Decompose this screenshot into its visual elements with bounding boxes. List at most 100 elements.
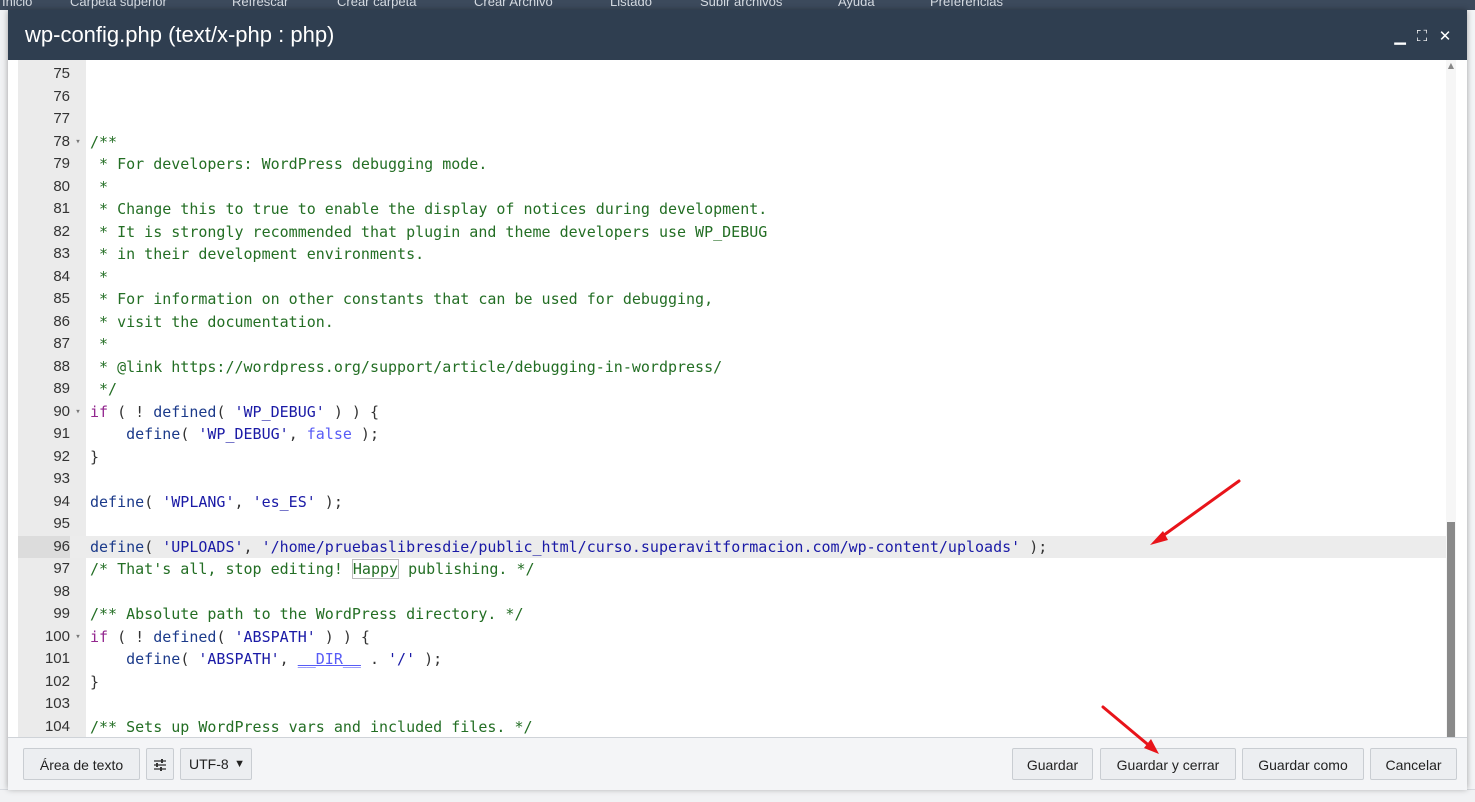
save-and-close-button[interactable]: Guardar y cerrar (1100, 748, 1236, 780)
code-line[interactable]: 100 ▾ if ( ! defined( 'ABSPATH' ) ) { (18, 626, 1446, 649)
line-number: 103 (44, 695, 70, 712)
code-line[interactable]: 88 * @link https://wordpress.org/support… (18, 356, 1446, 379)
code-token: ( (216, 627, 235, 646)
code-line[interactable]: 77 (18, 108, 1446, 131)
dialog-titlebar[interactable]: wp-config.php (text/x-php : php) ▁ ⛶ ✕ (8, 10, 1467, 60)
bg-toolbar-item[interactable]: Crear carpeta (337, 0, 416, 9)
code-line[interactable]: 76 (18, 86, 1446, 109)
code-line[interactable]: 94 define( 'WPLANG', 'es_ES' ); (18, 491, 1446, 514)
maximize-icon[interactable]: ⛶ (1412, 26, 1432, 46)
code-line[interactable]: 82 * It is strongly recommended that plu… (18, 221, 1446, 244)
code-line[interactable]: 79 * For developers: WordPress debugging… (18, 153, 1446, 176)
text-area-button[interactable]: Área de texto (23, 748, 140, 780)
code-line[interactable]: 93 (18, 468, 1446, 491)
line-number: 101 (44, 650, 70, 667)
fold-toggle-icon[interactable]: ▾ (72, 401, 84, 424)
line-number: 97 (53, 560, 70, 577)
code-line[interactable]: 80 * (18, 176, 1446, 199)
code-token: ); (415, 650, 443, 668)
code-line-active[interactable]: 96 define( 'UPLOADS', '/home/pruebaslibr… (18, 535, 1446, 559)
bg-toolbar-item[interactable]: Subir archivos (700, 0, 782, 9)
code-line[interactable]: 91 define( 'WP_DEBUG', false ); (18, 423, 1446, 446)
encoding-select[interactable]: UTF-8 ▼ (180, 748, 252, 780)
fold-toggle-icon[interactable]: ▾ (72, 626, 84, 649)
code-line[interactable]: 85 * For information on other constants … (18, 288, 1446, 311)
fold-toggle-icon[interactable]: ▾ (72, 131, 84, 154)
string-token: '/' (388, 650, 416, 668)
code-line[interactable]: 75 (18, 63, 1446, 86)
fold-toggle-icon (72, 108, 84, 131)
code-line[interactable]: 101 define( 'ABSPATH', __DIR__ . '/' ); (18, 648, 1446, 671)
encoding-value: UTF-8 (189, 756, 229, 772)
code-line[interactable]: 97 /* That's all, stop editing! Happy pu… (18, 558, 1446, 581)
dialog-title: wp-config.php (text/x-php : php) (25, 22, 335, 47)
fold-toggle-icon (72, 513, 84, 536)
code-line[interactable]: 78 ▾ /** (18, 131, 1446, 154)
save-button[interactable]: Guardar (1012, 748, 1093, 780)
bg-toolbar-item[interactable]: Carpeta superior (70, 0, 167, 9)
line-number: 86 (53, 312, 70, 330)
code-line[interactable]: 90 ▾ if ( ! defined( 'WP_DEBUG' ) ) { (18, 401, 1446, 424)
code-text: * For developers: WordPress debugging mo… (90, 155, 488, 173)
scrollbar-thumb[interactable] (1447, 522, 1455, 737)
code-editor[interactable]: 75 76 77 78 ▾ /** 79 * For developers: W… (18, 60, 1446, 737)
function-token: define (90, 492, 145, 511)
code-line[interactable]: 102 } (18, 671, 1446, 694)
code-line[interactable]: 103 (18, 693, 1446, 716)
line-number: 80 (53, 177, 70, 195)
fold-toggle-icon (72, 356, 84, 379)
code-text: * (90, 335, 109, 353)
code-line[interactable]: 95 (18, 513, 1446, 536)
bg-toolbar-item[interactable]: Refrescar (232, 0, 288, 9)
constant-token: __DIR__ (297, 650, 361, 668)
code-text: * visit the documentation. (90, 312, 334, 331)
code-text: * (90, 177, 109, 196)
string-token: 'UPLOADS' (162, 537, 244, 556)
code-line[interactable]: 81 * Change this to true to enable the d… (18, 198, 1446, 221)
bg-toolbar-item[interactable]: Preferencias (930, 0, 1003, 9)
code-lines: 75 76 77 78 ▾ /** 79 * For developers: W… (18, 63, 1446, 737)
cancel-button[interactable]: Cancelar (1370, 748, 1457, 780)
line-number: 96 (18, 535, 70, 558)
code-line[interactable]: 99 /** Absolute path to the WordPress di… (18, 603, 1446, 626)
bg-toolbar-item[interactable]: Ayuda (838, 0, 875, 9)
line-number: 79 (53, 155, 70, 172)
scroll-up-icon[interactable]: ▲ (1446, 60, 1456, 72)
comment-token: /* That's all, stop editing! (90, 560, 352, 578)
word-highlight: Happy (351, 559, 400, 579)
code-line[interactable]: 92 } (18, 446, 1446, 469)
code-text: define( 'UPLOADS', '/home/pruebaslibresd… (90, 536, 1047, 559)
line-number: 92 (53, 447, 70, 465)
line-number: 102 (44, 672, 70, 690)
fold-toggle-icon (72, 446, 84, 469)
string-token: 'WP_DEBUG' (234, 402, 325, 421)
code-line[interactable]: 87 * (18, 333, 1446, 356)
code-line[interactable]: 98 (18, 581, 1446, 604)
bg-toolbar-item[interactable]: Listado (610, 0, 652, 9)
string-token: 'ABSPATH' (198, 650, 280, 668)
code-text: /* That's all, stop editing! Happy publi… (90, 558, 535, 581)
fold-toggle-icon (72, 536, 84, 559)
save-as-button[interactable]: Guardar como (1242, 748, 1364, 780)
code-line[interactable]: 83 * in their development environments. (18, 243, 1446, 266)
code-line[interactable]: 86 * visit the documentation. (18, 311, 1446, 334)
code-line[interactable]: 84 * (18, 266, 1446, 289)
vertical-scrollbar[interactable]: ▲ (1446, 60, 1456, 737)
bg-toolbar-item[interactable]: Inicio (2, 0, 32, 9)
function-token: define (126, 425, 181, 443)
code-line[interactable]: 104 /** Sets up WordPress vars and inclu… (18, 716, 1446, 738)
sliders-icon[interactable] (146, 748, 174, 780)
bg-toolbar-item[interactable]: Crear Archivo (474, 0, 553, 9)
minimize-icon[interactable]: ▁ (1390, 26, 1410, 46)
code-line[interactable]: 89 */ (18, 378, 1446, 401)
function-token: define (90, 537, 145, 556)
line-number: 78 (53, 132, 70, 150)
code-token: ( ! (108, 402, 154, 421)
code-text: /** (90, 132, 118, 151)
code-token: , (243, 537, 262, 556)
code-token: . (360, 650, 389, 668)
close-icon[interactable]: ✕ (1435, 26, 1455, 46)
string-token: '/home/pruebaslibresdie/public_html/curs… (261, 537, 1021, 556)
